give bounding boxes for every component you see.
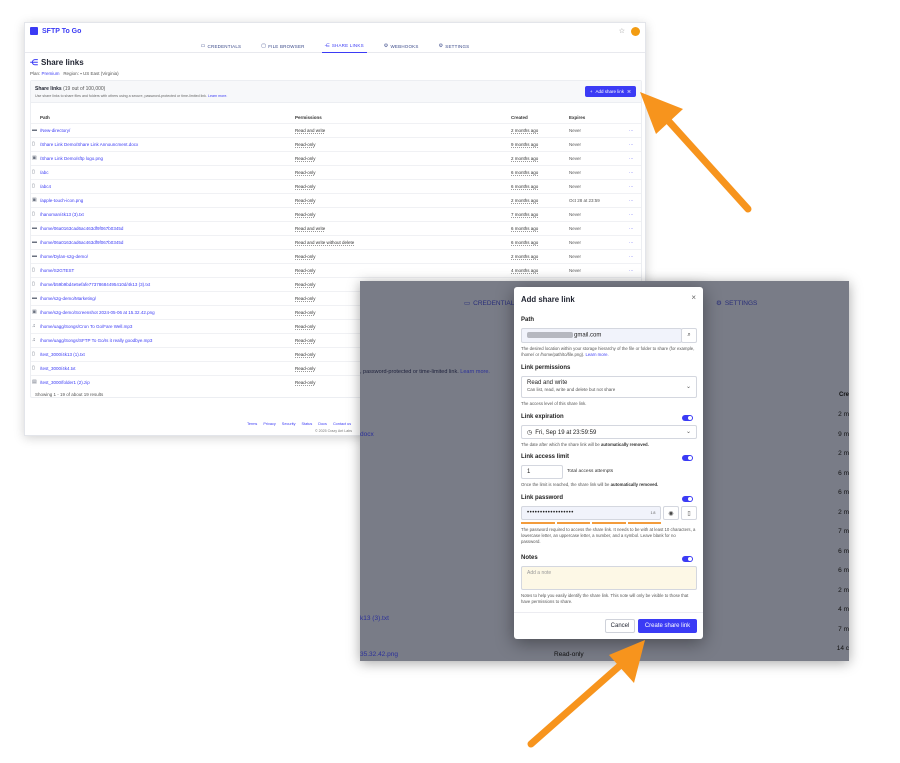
arrow-to-create-button (527, 640, 645, 748)
arrow-to-add-button (640, 92, 752, 213)
annotation-arrows (527, 92, 752, 748)
